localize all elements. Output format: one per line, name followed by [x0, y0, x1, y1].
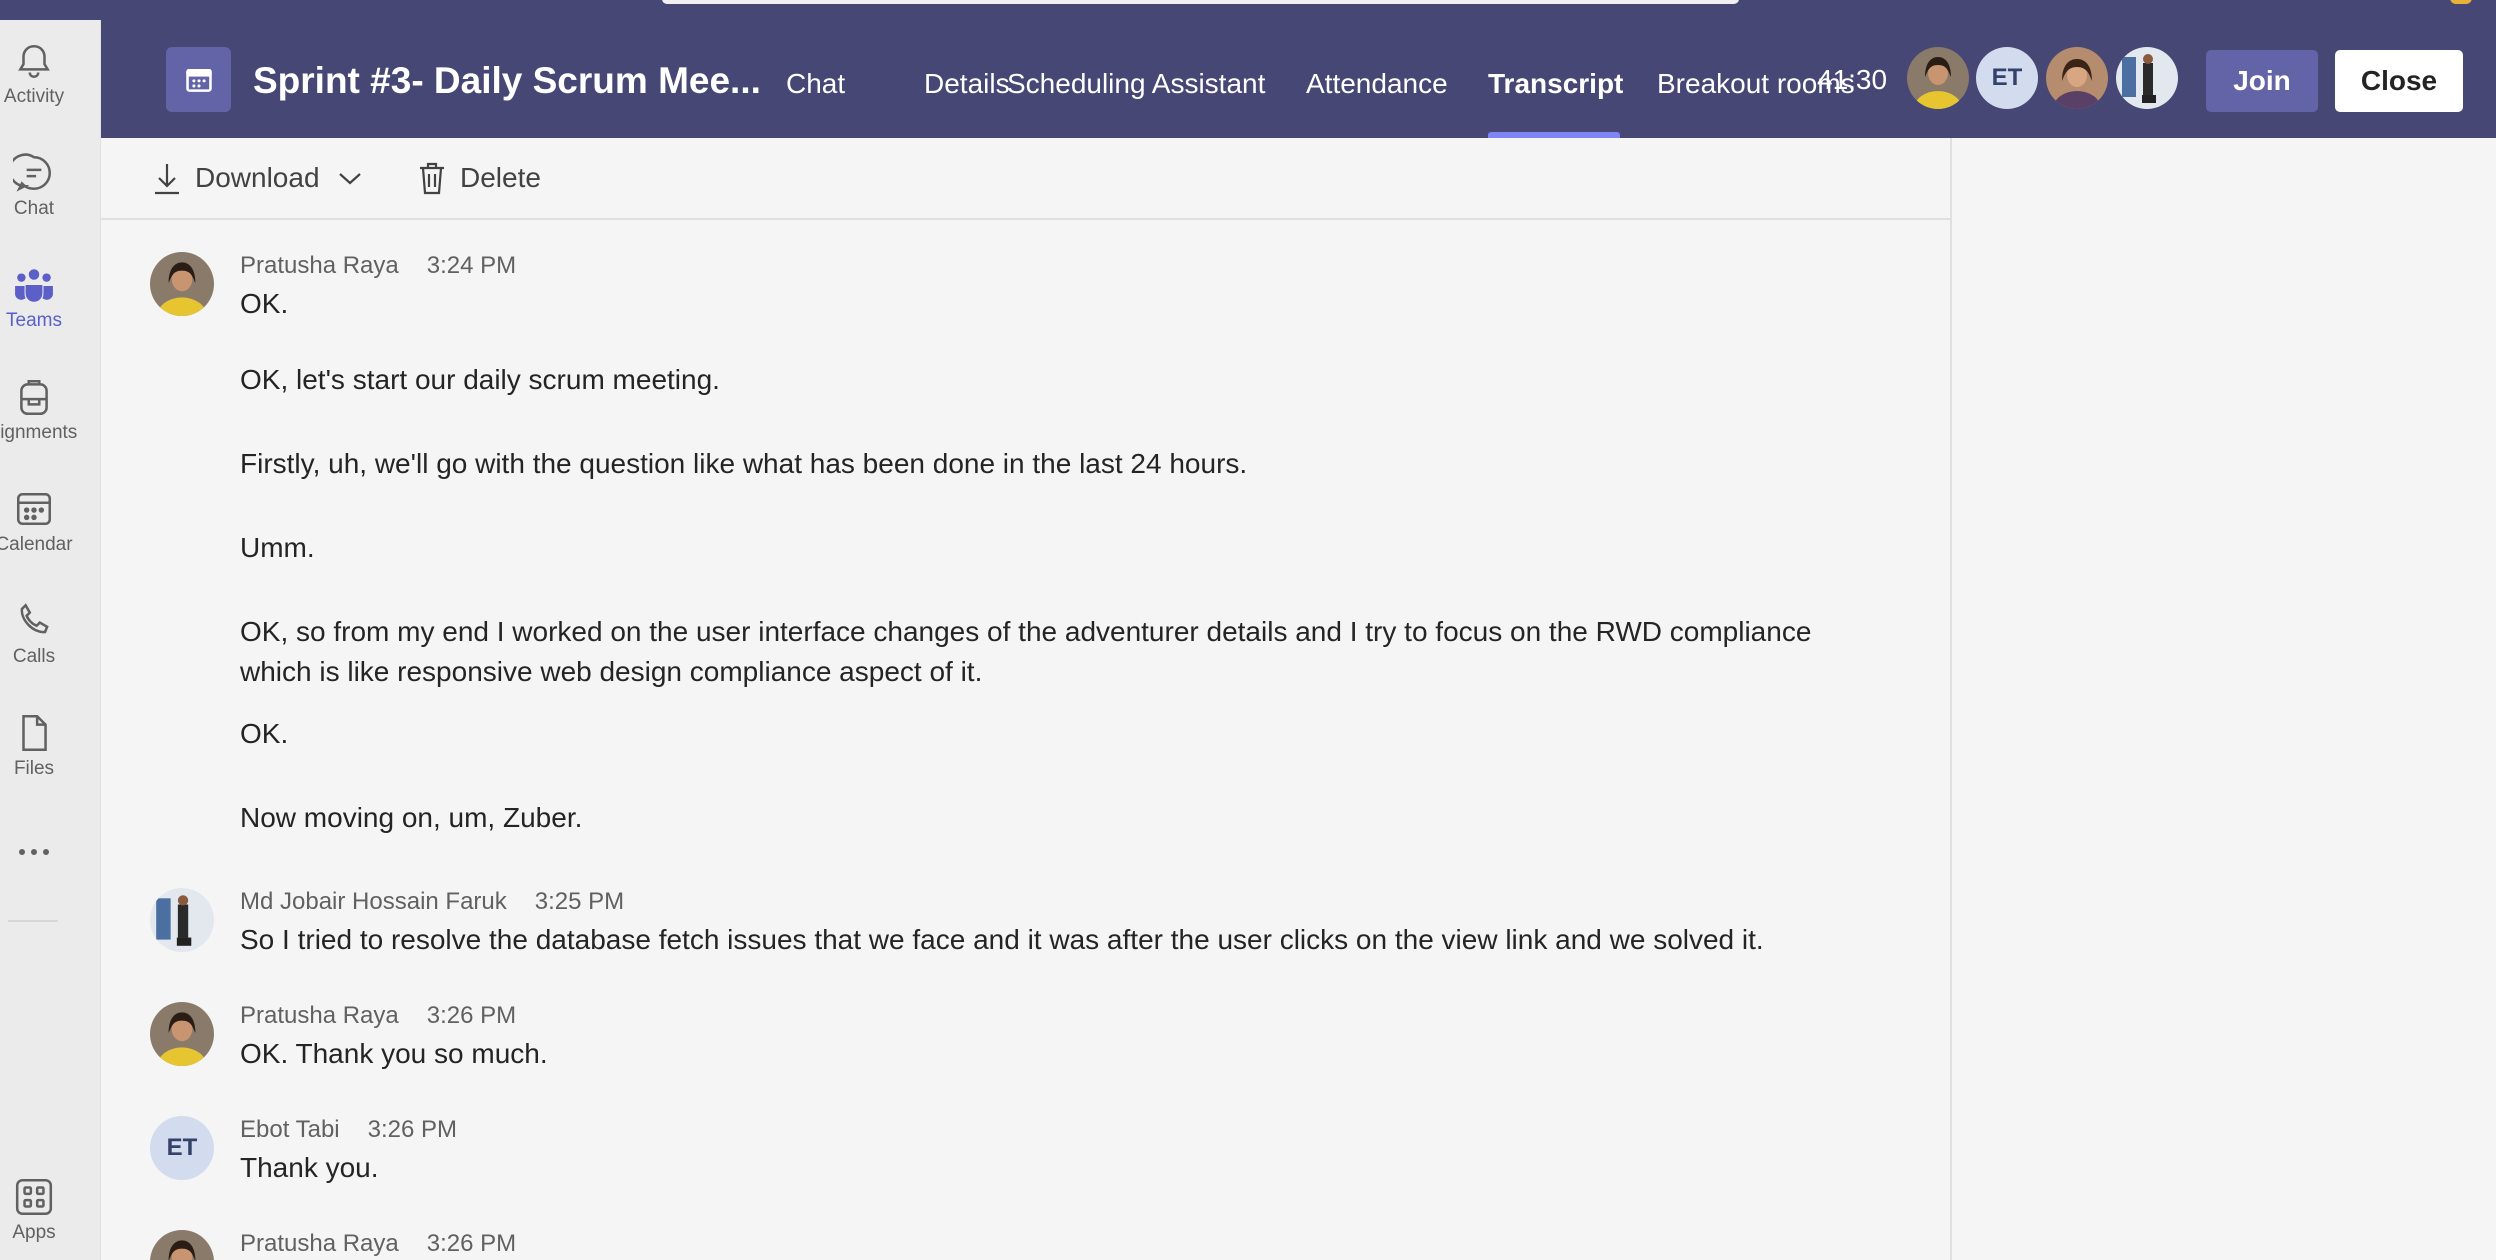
participant-avatar[interactable]: [1907, 47, 1969, 109]
download-label: Download: [195, 162, 320, 193]
trash-icon: [420, 162, 444, 195]
entry-timestamp: 3:25 PM: [534, 888, 625, 915]
tab-scheduling-assistant[interactable]: Scheduling Assistant: [1007, 68, 1265, 100]
participant-avatar[interactable]: [2046, 47, 2108, 109]
entry-meta: Pratusha Raya 3:24 PM: [240, 252, 516, 280]
delete-label: Delete: [460, 162, 541, 193]
meeting-title: Sprint #3- Daily Scrum Mee...: [253, 60, 761, 101]
backpack-icon: [20, 379, 48, 416]
teams-icon: [14, 269, 54, 302]
rail-label: Calls: [12, 646, 56, 667]
meeting-timer: 41:30: [1817, 64, 1888, 95]
speaker-name: Ebot Tabi: [240, 1116, 340, 1143]
bell-icon: [18, 45, 50, 79]
rail-item-chat[interactable]: Chat: [0, 152, 68, 252]
rail-label: signments: [0, 422, 78, 443]
meeting-calendar-icon: [166, 47, 231, 112]
tab-attendance[interactable]: Attendance: [1306, 68, 1448, 100]
download-button[interactable]: Download: [151, 160, 364, 196]
join-button[interactable]: Join: [2206, 50, 2318, 112]
rail-label: Files: [13, 758, 55, 779]
speaker-avatar: [150, 1002, 214, 1066]
speaker-name: Pratusha Raya: [240, 1002, 399, 1029]
rail-item-apps[interactable]: Apps: [0, 1176, 68, 1260]
download-icon: [155, 164, 179, 195]
transcript-line: Now moving on, um, Zuber.: [240, 802, 583, 833]
apps-icon: [15, 1178, 53, 1216]
entry-timestamp: 3:26 PM: [426, 1230, 517, 1257]
rail-item-calls[interactable]: Calls: [0, 600, 68, 700]
rail-label: Activity: [3, 86, 65, 107]
transcript-line: OK.: [240, 718, 289, 749]
rail-item-calendar[interactable]: Calendar: [0, 488, 73, 588]
speaker-name: Pratusha Raya: [240, 252, 399, 279]
rail-separator: [8, 920, 58, 922]
speaker-avatar: [150, 1230, 214, 1260]
participant-avatar[interactable]: [2116, 47, 2178, 109]
more-icon: [19, 849, 49, 855]
rail-item-teams[interactable]: Teams: [0, 264, 68, 364]
transcript-line: Firstly, uh, we'll go with the question …: [240, 448, 1248, 479]
speaker-name: Md Jobair Hossain Faruk: [240, 888, 507, 915]
tab-chat[interactable]: Chat: [786, 68, 845, 100]
close-button[interactable]: Close: [2335, 50, 2463, 112]
entry-timestamp: 3:26 PM: [426, 1002, 517, 1029]
meeting-header: Sprint #3- Daily Scrum Mee... Chat Detai…: [101, 20, 2496, 138]
entry-meta: Md Jobair Hossain Faruk 3:25 PM: [240, 888, 624, 916]
speaker-name: Pratusha Raya: [240, 1230, 399, 1257]
participant-avatar[interactable]: ET: [1976, 47, 2038, 109]
transcript-line: OK, let's start our daily scrum meeting.: [240, 364, 720, 395]
entry-meta: Ebot Tabi 3:26 PM: [240, 1116, 457, 1144]
rail-item-files[interactable]: Files: [0, 712, 68, 812]
entry-meta: Pratusha Raya 3:26 PM: [240, 1002, 516, 1030]
title-bar: [0, 0, 2496, 20]
transcript-line: OK.: [240, 288, 289, 319]
rail-label: Apps: [12, 1222, 56, 1243]
search-bar[interactable]: [662, 0, 1739, 4]
speaker-avatar: [150, 252, 214, 316]
entry-meta: Pratusha Raya 3:26 PM: [240, 1230, 516, 1258]
rail-item-activity[interactable]: Activity: [0, 40, 68, 140]
file-icon: [22, 714, 47, 752]
speaker-avatar: [150, 888, 214, 952]
speaker-avatar: ET: [150, 1116, 214, 1180]
profile-indicator[interactable]: [2450, 0, 2472, 4]
phone-icon: [20, 603, 49, 634]
transcript-line: So I tried to resolve the database fetch…: [240, 924, 1764, 955]
entry-timestamp: 3:24 PM: [426, 252, 517, 279]
rail-item-assignments[interactable]: signments: [0, 376, 77, 476]
rail-label: Calendar: [0, 534, 73, 555]
transcript-line: Thank you.: [240, 1152, 379, 1183]
transcript-toolbar: Download Delete: [101, 138, 1951, 220]
chat-icon: [13, 153, 51, 192]
calendar-icon: [16, 493, 52, 525]
tab-details[interactable]: Details: [924, 68, 1010, 100]
right-pane-divider: [1950, 138, 1952, 1260]
transcript-line: Umm.: [240, 532, 315, 563]
rail-label: Teams: [6, 310, 62, 331]
transcript-line: which is like responsive web design comp…: [240, 656, 983, 687]
entry-timestamp: 3:26 PM: [367, 1116, 458, 1143]
chevron-down-icon: [338, 173, 361, 185]
rail-label: Chat: [13, 198, 55, 219]
more-apps-button[interactable]: [0, 842, 68, 882]
delete-button[interactable]: Delete: [416, 160, 541, 196]
transcript-line: OK. Thank you so much.: [240, 1038, 548, 1069]
tab-transcript[interactable]: Transcript: [1488, 68, 1623, 100]
app-rail: Activity Chat Teams signments Calendar C…: [0, 20, 101, 1260]
transcript-line: OK, so from my end I worked on the user …: [240, 616, 1812, 647]
